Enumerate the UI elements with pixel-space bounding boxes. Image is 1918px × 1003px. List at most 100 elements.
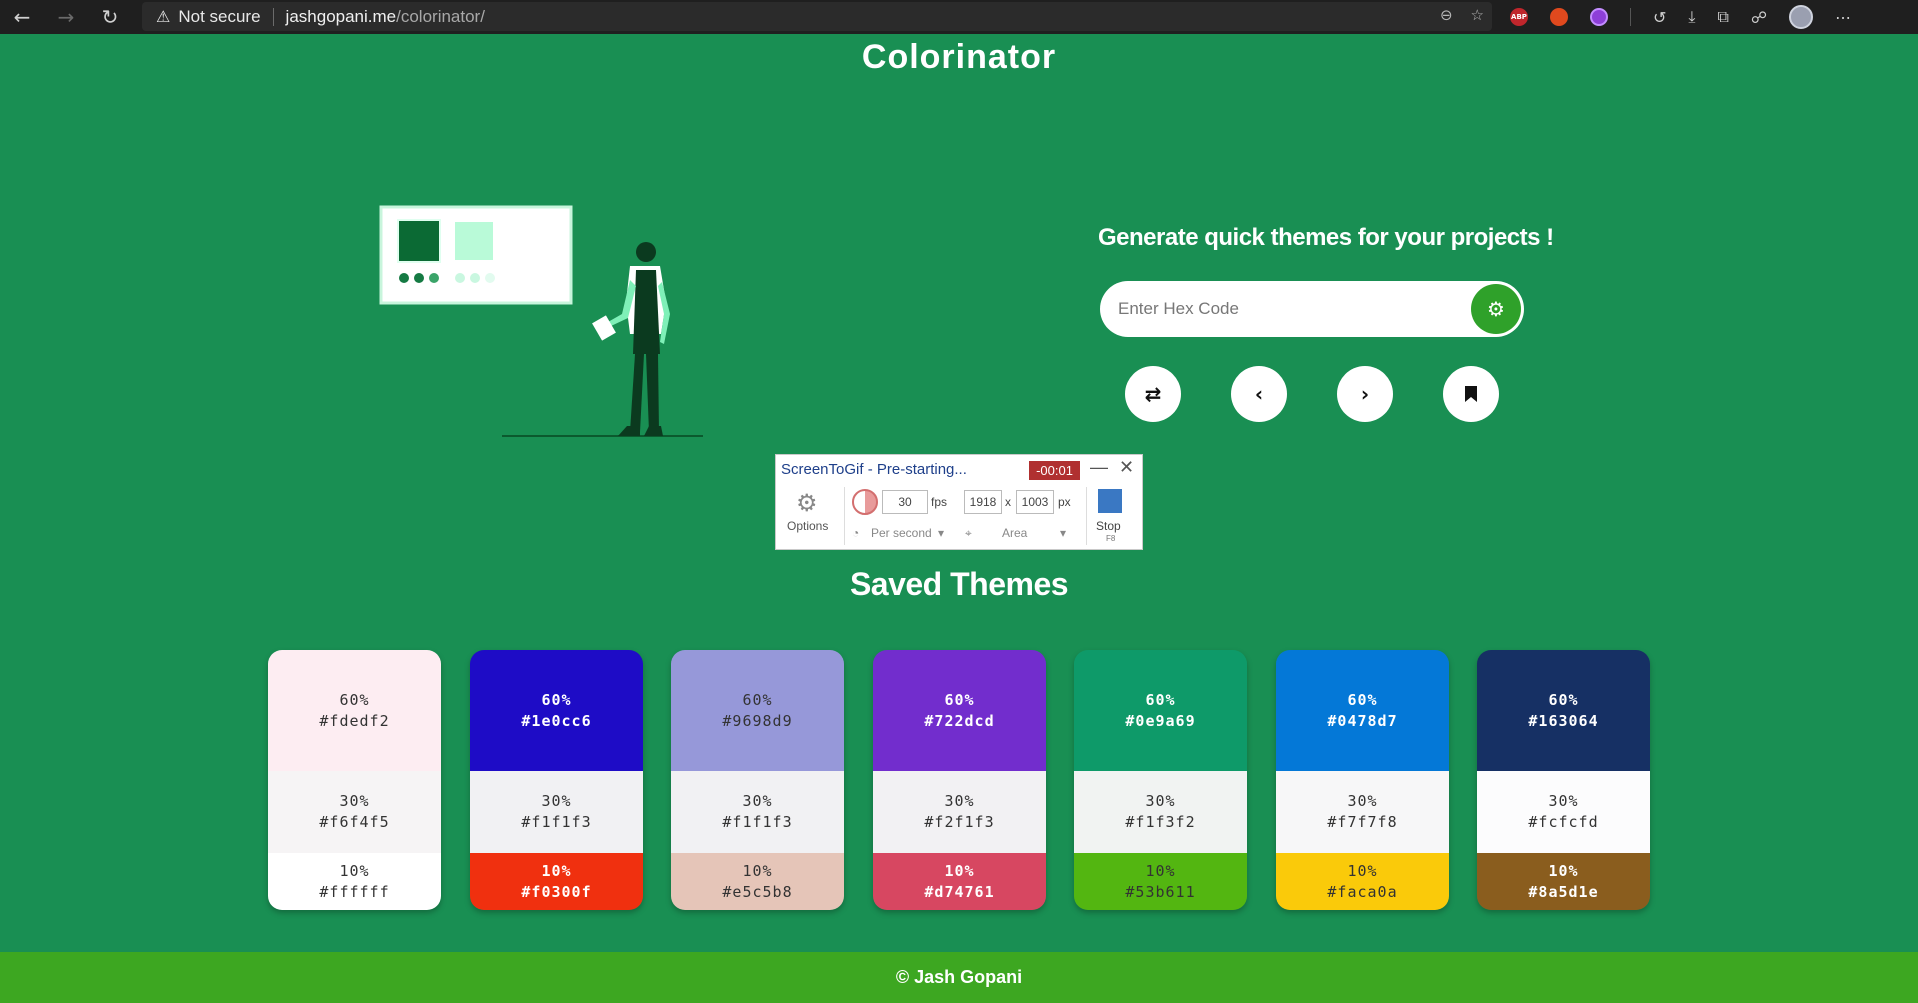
save-theme-button[interactable] [1443, 366, 1499, 422]
hex-search-box: ⚙ [1100, 281, 1524, 337]
browser-essentials-icon[interactable]: ☍ [1751, 8, 1767, 27]
address-bar[interactable]: ⚠ Not secure jashgopani.me/colorinator/ … [142, 2, 1492, 31]
security-label: Not secure [178, 6, 261, 26]
swatch-percent: 10% [1347, 861, 1378, 880]
swatch-percent: 60% [742, 690, 773, 709]
fps-field[interactable]: 30 [882, 490, 928, 514]
swatch-hex: #ffffff [319, 882, 390, 901]
chevron-down-icon: ▾ [938, 526, 945, 540]
extension-icon[interactable] [1590, 8, 1608, 26]
swatch-60[interactable]: 60% #163064 [1477, 650, 1650, 771]
close-icon[interactable]: ✕ [1119, 457, 1134, 478]
adblock-extension-icon[interactable]: ABP [1510, 8, 1528, 26]
swatch-60[interactable]: 60% #1e0cc6 [470, 650, 643, 771]
swatch-hex: #faca0a [1327, 882, 1398, 901]
bookmark-icon [1465, 386, 1477, 402]
more-menu-icon[interactable]: ⋯ [1835, 8, 1851, 27]
swatch-hex: #d74761 [924, 882, 995, 901]
swatch-60[interactable]: 60% #0478d7 [1276, 650, 1449, 771]
theme-card[interactable]: 60% #1e0cc6 30% #f1f1f3 10% #f0300f [470, 650, 643, 910]
theme-card[interactable]: 60% #9698d9 30% #f1f1f3 10% #e5c5b8 [671, 650, 844, 910]
swatch-30[interactable]: 30% #f1f1f3 [671, 771, 844, 853]
swatch-hex: #f6f4f5 [319, 813, 390, 831]
tagline: Generate quick themes for your projects … [1098, 224, 1554, 251]
swatch-10[interactable]: 10% #d74761 [873, 853, 1046, 910]
collections-icon[interactable]: ⧉ [1717, 7, 1728, 27]
swatch-percent: 10% [1145, 861, 1176, 880]
swatch-hex: #f1f1f3 [521, 813, 592, 831]
stop-label[interactable]: Stop [1096, 519, 1121, 533]
swatch-hex: #53b611 [1125, 882, 1196, 901]
swatch-percent: 30% [1548, 792, 1579, 810]
reload-button[interactable]: ↻ [88, 0, 132, 34]
swatch-30[interactable]: 30% #f6f4f5 [268, 771, 441, 853]
swatch-hex: #f7f7f8 [1327, 813, 1398, 831]
history-icon[interactable]: ↺ [1653, 8, 1666, 27]
favorite-icon[interactable]: ☆ [1471, 6, 1484, 24]
options-label[interactable]: Options [787, 519, 828, 533]
swatch-hex: #f0300f [521, 882, 592, 901]
swatch-hex: #fdedf2 [319, 711, 390, 730]
footer: © Jash Gopani [0, 952, 1918, 1003]
swatch-60[interactable]: 60% #9698d9 [671, 650, 844, 771]
swatch-hex: #1e0cc6 [521, 711, 592, 730]
swatch-30[interactable]: 30% #f7f7f8 [1276, 771, 1449, 853]
swatch-hex: #163064 [1528, 711, 1599, 730]
pie-icon: ◔ [852, 526, 860, 540]
generate-button[interactable]: ⚙ [1471, 284, 1521, 334]
swatch-60[interactable]: 60% #722dcd [873, 650, 1046, 771]
swatch-60[interactable]: 60% #fdedf2 [268, 650, 441, 771]
rate-select[interactable]: Per second [871, 526, 932, 540]
swatch-60[interactable]: 60% #0e9a69 [1074, 650, 1247, 771]
profile-avatar[interactable] [1789, 5, 1814, 29]
swatch-30[interactable]: 30% #f1f3f2 [1074, 771, 1247, 853]
swatch-hex: #0478d7 [1327, 711, 1398, 730]
swatch-hex: #f1f1f3 [722, 813, 793, 831]
zoom-icon[interactable]: ⊖ [1440, 6, 1453, 24]
theme-card[interactable]: 60% #722dcd 30% #f2f1f3 10% #d74761 [873, 650, 1046, 910]
swatch-percent: 30% [1347, 792, 1378, 810]
width-field[interactable]: 1918 [964, 490, 1002, 514]
swatch-30[interactable]: 30% #f1f1f3 [470, 771, 643, 853]
gears-icon[interactable]: ⚙ [796, 489, 818, 517]
theme-card[interactable]: 60% #fdedf2 30% #f6f4f5 10% #ffffff [268, 650, 441, 910]
address-divider [272, 7, 274, 26]
swatch-percent: 30% [541, 792, 572, 810]
theme-card[interactable]: 60% #0478d7 30% #f7f7f8 10% #faca0a [1276, 650, 1449, 910]
swatch-10[interactable]: 10% #8a5d1e [1477, 853, 1650, 910]
warning-icon: ⚠ [156, 7, 171, 26]
swatch-10[interactable]: 10% #faca0a [1276, 853, 1449, 910]
hex-code-input[interactable] [1118, 281, 1448, 337]
swatch-hex: #8a5d1e [1528, 882, 1599, 901]
download-icon[interactable]: ⤓ [1688, 7, 1695, 27]
swatch-hex: #fcfcfd [1528, 813, 1599, 831]
theme-card[interactable]: 60% #163064 30% #fcfcfd 10% #8a5d1e [1477, 650, 1650, 910]
swatch-10[interactable]: 10% #ffffff [268, 853, 441, 910]
swatch-10[interactable]: 10% #f0300f [470, 853, 643, 910]
swatch-hex: #0e9a69 [1125, 711, 1196, 730]
recorder-title: ScreenToGif - Pre-starting... [781, 461, 967, 478]
height-field[interactable]: 1003 [1016, 490, 1054, 514]
swatch-30[interactable]: 30% #fcfcfd [1477, 771, 1650, 853]
forward-button[interactable]: → [44, 0, 88, 34]
back-button[interactable]: ← [0, 0, 44, 34]
extension-icon[interactable] [1550, 8, 1568, 26]
swatch-hex: #f1f3f2 [1125, 813, 1196, 831]
next-button[interactable]: › [1337, 366, 1393, 422]
minimize-button[interactable]: — [1090, 457, 1108, 478]
frame-rate-dial[interactable] [852, 489, 878, 515]
shuffle-icon: ⇄ [1144, 382, 1162, 406]
overlay-divider [1086, 487, 1087, 545]
swatch-hex: #f2f1f3 [924, 813, 995, 831]
swatch-10[interactable]: 10% #53b611 [1074, 853, 1247, 910]
stop-icon[interactable] [1098, 489, 1122, 513]
theme-card[interactable]: 60% #0e9a69 30% #f1f3f2 10% #53b611 [1074, 650, 1247, 910]
swatch-10[interactable]: 10% #e5c5b8 [671, 853, 844, 910]
area-select[interactable]: Area [1002, 526, 1027, 540]
swatch-percent: 60% [339, 690, 370, 709]
swatch-percent: 30% [339, 792, 370, 810]
swatch-percent: 60% [1145, 690, 1176, 709]
previous-button[interactable]: ‹ [1231, 366, 1287, 422]
swatch-30[interactable]: 30% #f2f1f3 [873, 771, 1046, 853]
shuffle-button[interactable]: ⇄ [1125, 366, 1181, 422]
